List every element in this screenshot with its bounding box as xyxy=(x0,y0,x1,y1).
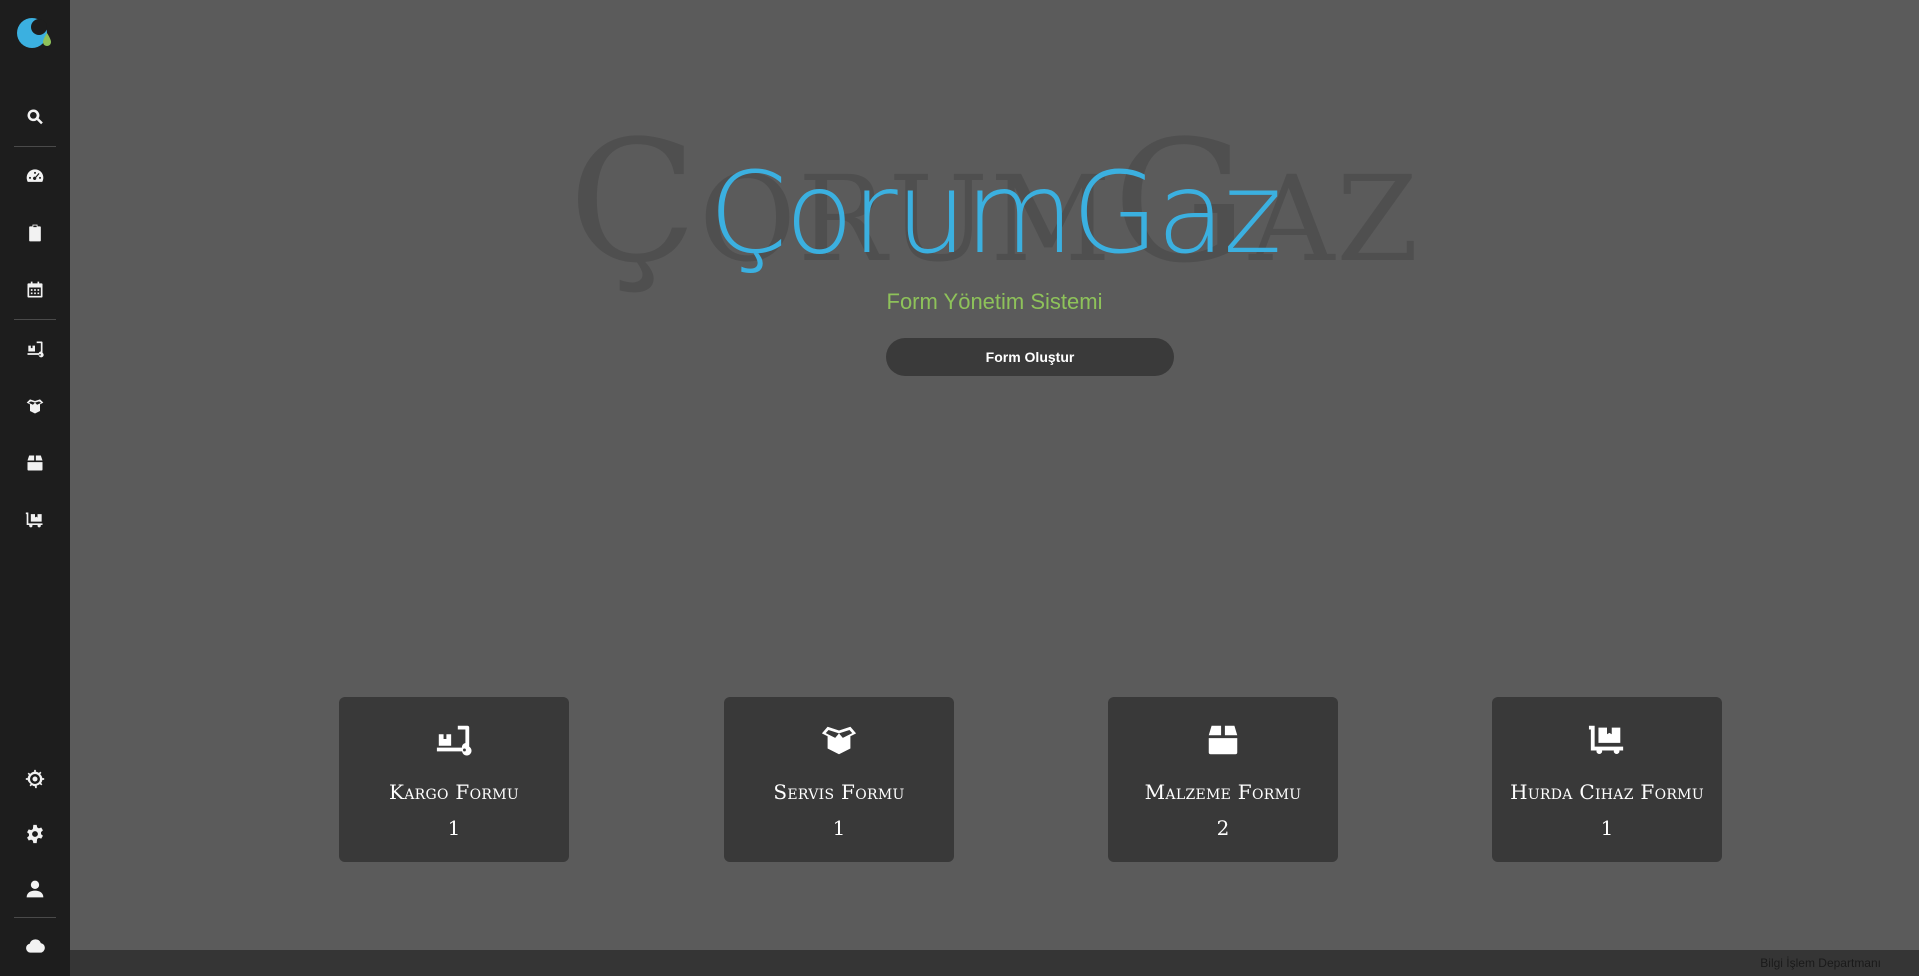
page-subtitle: Form Yönetim Sistemi xyxy=(886,289,1103,314)
box-icon xyxy=(1108,723,1338,757)
card-count: 2 xyxy=(1216,816,1230,840)
user-icon[interactable] xyxy=(22,876,48,902)
cloud-icon[interactable] xyxy=(22,933,48,959)
gear-icon[interactable] xyxy=(22,821,48,847)
card-label: Hurda Cihaz Formu xyxy=(1510,780,1704,804)
card-count: 1 xyxy=(1600,816,1614,840)
card-hurda-cihaz-formu[interactable]: Hurda Cihaz Formu 1 xyxy=(1492,697,1722,862)
card-count: 1 xyxy=(832,816,846,840)
card-kargo-formu[interactable]: Kargo Formu 1 xyxy=(339,697,569,862)
sidebar xyxy=(0,0,70,976)
card-label: Kargo Formu xyxy=(389,780,519,804)
box-icon[interactable] xyxy=(22,450,48,476)
calendar-icon[interactable] xyxy=(22,277,48,303)
main-content: ÇorumGaz ÇorumGaz Form Yönetim Sistemi F… xyxy=(70,0,1919,950)
footer-text: Bilgi İşlem Departmanı xyxy=(1760,956,1881,970)
dharmachakra-icon[interactable] xyxy=(22,766,48,792)
card-servis-formu[interactable]: Servis Formu 1 xyxy=(724,697,954,862)
card-label: Servis Formu xyxy=(773,780,905,804)
box-open-icon xyxy=(724,723,954,757)
dolly-icon xyxy=(339,723,569,757)
box-open-icon[interactable] xyxy=(22,393,48,419)
dashboard-icon[interactable] xyxy=(22,163,48,189)
search-icon[interactable] xyxy=(22,104,48,130)
sidebar-divider xyxy=(14,917,56,918)
corumgaz-logo-icon[interactable] xyxy=(15,13,55,53)
dolly-icon[interactable] xyxy=(22,336,48,362)
card-label: Malzeme Formu xyxy=(1144,780,1302,804)
card-count: 1 xyxy=(447,816,461,840)
sidebar-divider xyxy=(14,319,56,320)
footer: Bilgi İşlem Departmanı xyxy=(70,950,1919,976)
page-title: ÇorumGaz xyxy=(708,149,1282,279)
create-form-button[interactable]: Form Oluştur xyxy=(886,338,1174,376)
cart-flatbed-icon xyxy=(1492,723,1722,757)
cart-flatbed-icon[interactable] xyxy=(22,507,48,533)
clipboard-icon[interactable] xyxy=(22,220,48,246)
card-malzeme-formu[interactable]: Malzeme Formu 2 xyxy=(1108,697,1338,862)
sidebar-divider xyxy=(14,146,56,147)
